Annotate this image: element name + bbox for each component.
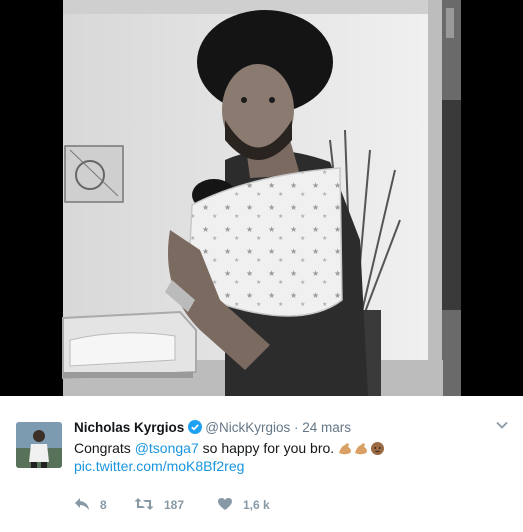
like-button[interactable]: 1,6 k <box>217 497 287 514</box>
tweet-actions: 8 187 1,6 k <box>74 496 287 514</box>
chevron-down-icon[interactable] <box>495 418 509 432</box>
author-handle[interactable]: @NickKyrgios <box>205 420 290 435</box>
retweet-icon <box>134 497 164 514</box>
flexed-biceps-emoji <box>338 441 353 456</box>
photo-link[interactable]: pic.twitter.com/moK8Bf2reg <box>74 458 244 474</box>
avatar[interactable] <box>16 422 62 468</box>
verified-badge-icon <box>188 420 203 434</box>
tweet-timestamp[interactable]: 24 mars <box>302 420 351 435</box>
author-name[interactable]: Nicholas Kyrgios <box>74 420 184 435</box>
separator-dot: · <box>294 420 299 435</box>
tweet: Nicholas Kyrgios @NickKyrgios · 24 mars C… <box>0 396 523 532</box>
reply-button[interactable]: 8 <box>74 497 134 514</box>
tweet-text-end: so happy for you bro. <box>198 440 339 456</box>
tweet-photo[interactable]: ★ ★ <box>0 0 523 396</box>
reply-icon <box>74 497 100 514</box>
baby-emoji <box>370 441 385 456</box>
reply-count: 8 <box>100 498 107 512</box>
retweet-count: 187 <box>164 498 185 512</box>
flexed-biceps-emoji <box>354 441 369 456</box>
tweet-text-start: Congrats <box>74 440 135 456</box>
tweet-header: Nicholas Kyrgios @NickKyrgios · 24 mars <box>74 420 351 435</box>
like-count: 1,6 k <box>243 498 270 512</box>
mention-link[interactable]: @tsonga7 <box>135 440 199 456</box>
retweet-button[interactable]: 187 <box>134 497 217 514</box>
tweet-text: Congrats @tsonga7 so happy for you bro. … <box>74 439 386 475</box>
heart-icon <box>217 497 243 514</box>
